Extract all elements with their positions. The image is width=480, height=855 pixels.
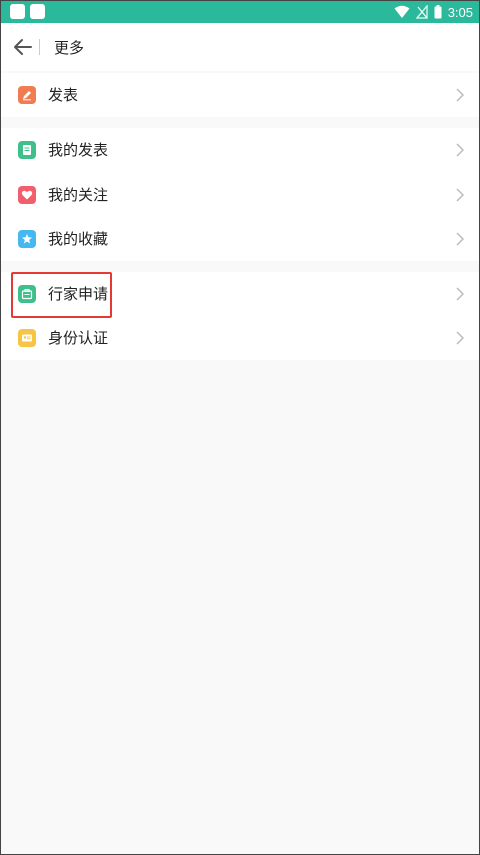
id-card-icon [18, 329, 36, 347]
menu-group-publish: 发表 [1, 73, 479, 117]
menu-group-apply: 行家申请 身份认证 [1, 272, 479, 360]
notification-icon [10, 4, 25, 19]
menu-item-label: 我的发表 [48, 141, 109, 159]
edit-icon [18, 86, 36, 104]
menu-item-label: 身份认证 [48, 329, 109, 347]
app-header: 更多 [1, 23, 479, 71]
chevron-right-icon [456, 331, 464, 345]
menu-item-label: 行家申请 [48, 285, 109, 303]
briefcase-icon [18, 285, 36, 303]
menu-item-my-follows[interactable]: 我的关注 [1, 173, 479, 217]
status-bar: 3:05 [1, 1, 479, 23]
menu-group-my: 我的发表 我的关注 我的收藏 [1, 128, 479, 261]
chevron-right-icon [456, 232, 464, 246]
no-signal-icon [415, 5, 428, 19]
menu-item-my-favorites[interactable]: 我的收藏 [1, 217, 479, 261]
chevron-right-icon [456, 143, 464, 157]
battery-icon [434, 5, 442, 19]
back-arrow-icon[interactable] [11, 35, 35, 59]
wifi-icon [394, 5, 410, 18]
document-icon [18, 141, 36, 159]
header-divider [39, 39, 40, 55]
chevron-right-icon [456, 287, 464, 301]
heart-icon [18, 186, 36, 204]
menu-item-label: 我的收藏 [48, 230, 109, 248]
menu-item-label: 我的关注 [48, 186, 109, 204]
menu-item-publish[interactable]: 发表 [1, 73, 479, 117]
menu-item-label: 发表 [48, 86, 79, 104]
notification-icon [30, 4, 45, 19]
star-icon [18, 230, 36, 248]
chevron-right-icon [456, 88, 464, 102]
page-title: 更多 [54, 39, 85, 57]
chevron-right-icon [456, 188, 464, 202]
menu-item-my-posts[interactable]: 我的发表 [1, 128, 479, 172]
menu-item-identity-verify[interactable]: 身份认证 [1, 316, 479, 360]
menu-item-expert-apply[interactable]: 行家申请 [1, 272, 479, 316]
status-time: 3:05 [447, 4, 473, 20]
